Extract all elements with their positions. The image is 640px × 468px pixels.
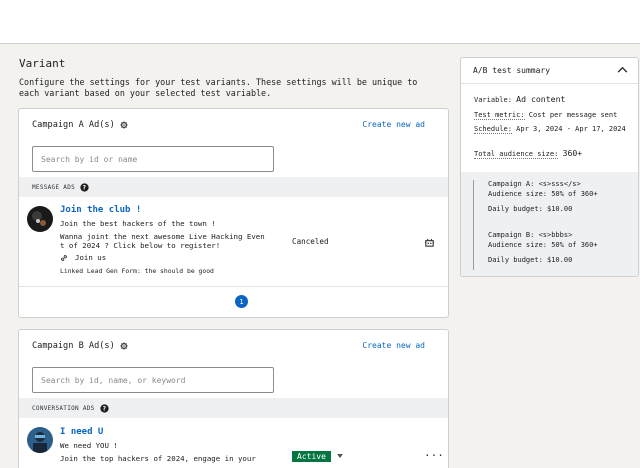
ad-b-line-1: We need YOU ! — [60, 441, 118, 450]
conversation-ads-label: CONVERSATION ADS — [32, 404, 95, 412]
variable-label: Variable: — [474, 96, 512, 104]
metric-value: Cost per message sent — [528, 111, 618, 119]
audience-value: 360+ — [562, 148, 583, 158]
audience-label: Total audience size: — [474, 150, 559, 159]
variant-a-budget: Daily budget: $10.00 — [488, 205, 573, 213]
create-new-ad-a-link[interactable]: Create new ad — [362, 120, 425, 129]
summary-title: A/B test summary — [473, 66, 551, 75]
campaign-b-card: Campaign B Ad(s) Create new ad CONVERSAT… — [18, 329, 449, 468]
campaign-b-header: Campaign B Ad(s) — [32, 341, 128, 351]
ad-a-line-1: Join the best hackers of the town ! — [60, 219, 216, 228]
ad-b-title[interactable]: I need U — [60, 427, 103, 437]
avatar — [27, 427, 53, 453]
summary-header[interactable]: A/B test summary — [461, 58, 638, 84]
variable-value: Ad content — [516, 94, 566, 104]
status-badge[interactable]: Active — [292, 451, 331, 462]
page-description: Configure the settings for your test var… — [19, 77, 418, 98]
schedule-label: Schedule: — [474, 125, 512, 134]
more-options-icon[interactable]: ··· — [424, 449, 444, 462]
summary-schedule-row: Schedule: Apr 3, 2024 - Apr 17, 2024 — [474, 124, 636, 134]
robot-icon[interactable] — [424, 237, 435, 248]
join-us-row: Join us — [60, 253, 106, 263]
summary-variable-row: Variable: Ad content — [474, 94, 636, 105]
top-bar — [0, 0, 640, 44]
page-title: Variant — [19, 57, 66, 70]
conversation-ads-section: CONVERSATION ADS ? — [19, 398, 448, 418]
message-ads-label: MESSAGE ADS — [32, 183, 76, 191]
chevron-down-icon[interactable] — [337, 454, 343, 458]
campaign-a-header: Campaign A Ad(s) — [32, 120, 128, 130]
create-new-ad-b-link[interactable]: Create new ad — [362, 341, 425, 350]
variant-a-audience: Audience size: 50% of 360+ — [488, 190, 598, 198]
chevron-up-icon[interactable] — [617, 66, 628, 73]
help-icon[interactable]: ? — [99, 403, 109, 413]
ad-a-title[interactable]: Join the club ! — [60, 205, 141, 215]
avatar-image-icon — [27, 206, 53, 232]
message-ads-section: MESSAGE ADS ? — [19, 177, 448, 197]
variant-b-budget: Daily budget: $10.00 — [488, 256, 573, 264]
schedule-value: Apr 3, 2024 - Apr 17, 2024 — [516, 125, 626, 133]
gear-icon[interactable] — [120, 121, 128, 129]
divider — [19, 286, 448, 287]
campaign-a-card: Campaign A Ad(s) Create new ad MESSAGE A… — [18, 108, 449, 318]
lead-gen-form-label: Linked Lead Gen Form: the should be good — [60, 267, 214, 275]
svg-text:?: ? — [102, 406, 106, 412]
gear-icon[interactable] — [120, 342, 128, 350]
help-icon[interactable]: ? — [80, 182, 89, 192]
pagination-page[interactable]: 1 — [235, 295, 248, 308]
status-badge: Canceled — [292, 237, 329, 246]
ab-test-summary-panel: A/B test summary Variable: Ad content Te… — [460, 57, 639, 277]
variant-b-name: Campaign B: <s>bbbs> — [488, 231, 573, 239]
campaign-b-search-input[interactable] — [32, 367, 274, 393]
avatar-image-icon — [27, 427, 53, 453]
variant-b-audience: Audience size: 50% of 360+ — [488, 241, 598, 249]
summary-metric-row: Test metric: Cost per message sent — [474, 110, 636, 120]
summary-variants: Campaign A: <s>sss</s> Audience size: 50… — [461, 172, 638, 276]
variant-a-name: Campaign A: <s>sss</s> — [488, 180, 581, 188]
variant-connector — [473, 180, 474, 270]
ad-a-line-3: t of 2024 ? Click below to register! — [60, 241, 221, 250]
campaign-b-title: Campaign B Ad(s) — [32, 341, 115, 351]
summary-audience-row: Total audience size: 360+ — [474, 148, 636, 159]
link-icon — [61, 255, 67, 261]
campaign-a-search-input[interactable] — [32, 146, 274, 172]
metric-label: Test metric: — [474, 111, 525, 120]
avatar — [27, 206, 53, 232]
campaign-a-title: Campaign A Ad(s) — [32, 120, 115, 130]
join-us-label: Join us — [75, 253, 107, 262]
ad-b-line-2: Join the top hackers of 2024, engage in … — [60, 454, 256, 463]
svg-text:?: ? — [83, 185, 87, 191]
